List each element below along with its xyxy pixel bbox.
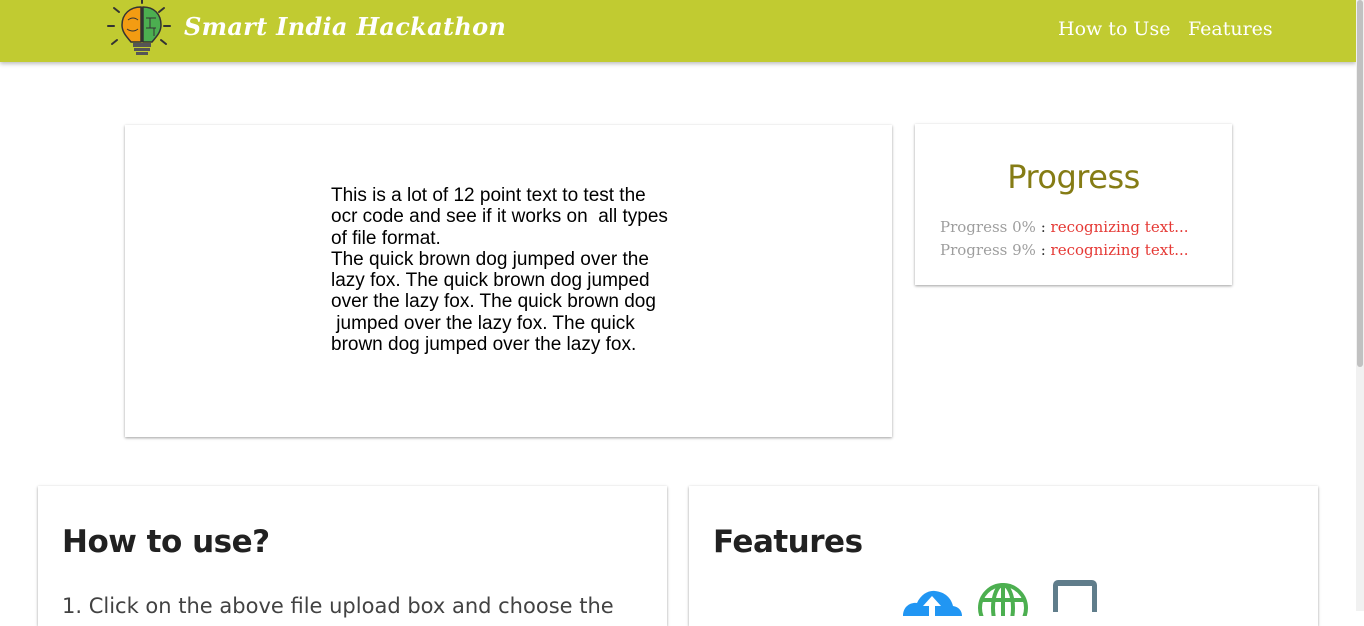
uploaded-image-text: This is a lot of 12 point text to test t… <box>331 185 668 355</box>
image-text-line: brown dog jumped over the lazy fox. <box>331 334 637 356</box>
tablet-icon <box>1053 580 1097 612</box>
image-text-line: This is a lot of 12 point text to test t… <box>331 185 646 206</box>
scrollbar-thumb[interactable] <box>1357 0 1363 367</box>
progress-status: recognizing text... <box>1050 218 1189 236</box>
brand-name: Smart India Hackathon <box>184 12 507 41</box>
progress-status: recognizing text... <box>1050 241 1189 259</box>
progress-percent: Progress 0% <box>940 218 1036 236</box>
cloud-upload-icon <box>903 590 962 616</box>
nav-features[interactable]: Features <box>1188 18 1273 40</box>
image-text-line: lazy fox. The quick brown dog jumped <box>331 270 650 292</box>
progress-title: Progress <box>1007 158 1140 196</box>
features-title: Features <box>713 524 863 560</box>
features-card: Features <box>689 486 1318 626</box>
image-text-line: The quick brown dog jumped over the <box>331 248 649 270</box>
nav-how-to-use[interactable]: How to Use <box>1058 18 1170 40</box>
how-to-use-title: How to use? <box>62 524 270 560</box>
how-to-use-card: How to use? 1. Click on the above file u… <box>38 486 667 626</box>
image-preview-card[interactable]: This is a lot of 12 point text to test t… <box>125 125 892 437</box>
image-text-line: jumped over the lazy fox. The quick <box>331 312 635 334</box>
image-text-line: of file format. <box>331 227 441 249</box>
progress-log: Progress 0% : recognizing text... Progre… <box>940 216 1189 262</box>
progress-separator: : <box>1040 241 1046 259</box>
page-scrollbar[interactable] <box>1356 0 1364 611</box>
how-to-step-1: 1. Click on the above file upload box an… <box>62 594 614 618</box>
progress-percent: Progress 9% <box>940 241 1036 259</box>
image-text-line: over the lazy fox. The quick brown dog <box>331 291 656 313</box>
brain-bulb-logo-icon <box>107 0 171 55</box>
progress-entry: Progress 9% : recognizing text... <box>940 239 1189 262</box>
progress-entry: Progress 0% : recognizing text... <box>940 216 1189 239</box>
progress-separator: : <box>1040 218 1046 236</box>
image-text-line: ocr code and see if it works on all type… <box>331 206 668 228</box>
progress-card: Progress Progress 0% : recognizing text.… <box>915 124 1232 285</box>
navbar: Smart India Hackathon How to Use Feature… <box>0 0 1356 62</box>
